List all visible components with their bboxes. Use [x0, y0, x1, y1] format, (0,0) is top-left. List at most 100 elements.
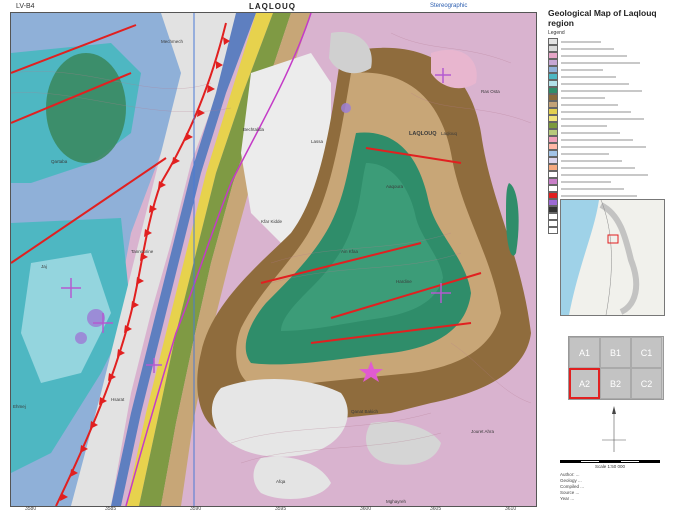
legend-swatch: [548, 178, 558, 185]
legend-row: [548, 178, 683, 185]
legend-text-placeholder: [561, 187, 624, 190]
legend-text-placeholder: [561, 152, 609, 155]
sheet-index-grid: A1 B1 C1 A2 B2 C2: [568, 336, 664, 400]
legend-row: [548, 66, 683, 73]
intrusion-purple-3: [341, 103, 351, 113]
map-svg: Qartaba Laqlouq Aaqoura Hardine Bechtali…: [11, 13, 536, 506]
city-label-qartaba: Qartaba: [51, 159, 68, 164]
legend-row: [548, 143, 683, 150]
legend-text-placeholder: [561, 89, 642, 92]
geological-map-page: LV-B4 LAQLOUQ Stereographic Qartaba Laql…: [0, 0, 685, 515]
legend-row: [548, 136, 683, 143]
legend-text-placeholder: [561, 47, 614, 50]
legend-row: [548, 101, 683, 108]
legend-swatch: [548, 150, 558, 157]
legend-panel: Geological Map of Laqlouq region Legend …: [540, 2, 683, 513]
city-label-laqlouq: Laqlouq: [441, 131, 458, 136]
city-label-hardine: Hardine: [396, 279, 412, 284]
legend-row: [548, 38, 683, 45]
legend-swatch: [548, 220, 558, 227]
legend-swatch: [548, 122, 558, 129]
index-cell-b2[interactable]: B2: [600, 368, 631, 399]
north-arrow: [594, 402, 634, 457]
legend-row: [548, 108, 683, 115]
index-cell-a2[interactable]: A2: [569, 368, 600, 399]
city-label-ras-osta: Ras Osta: [481, 89, 500, 94]
tick-label: 3610: [505, 506, 517, 512]
legend-row: [548, 115, 683, 122]
legend-row: [548, 129, 683, 136]
unit-green-ellipse-nw: [46, 53, 126, 163]
credit-line: Year ...: [560, 496, 575, 501]
legend-text-placeholder: [561, 40, 601, 43]
index-cell-c1[interactable]: C1: [631, 337, 662, 368]
legend-swatch: [548, 45, 558, 52]
legend-text-placeholder: [561, 124, 607, 127]
tick-label: 3580: [25, 506, 37, 512]
legend-swatch: [548, 185, 558, 192]
legend-text-placeholder: [561, 138, 633, 141]
city-label-hsarat: Hsarat: [111, 397, 125, 402]
north-arrow-svg: [602, 406, 626, 452]
city-label-aaqoura: Aaqoura: [386, 184, 404, 189]
city-label-lassa: Lassa: [311, 139, 324, 144]
city-label-tannourine: Tannourine: [131, 249, 154, 254]
legend-text-placeholder: [561, 103, 618, 106]
tick-label: 3595: [275, 506, 287, 512]
legend-swatch: [548, 38, 558, 45]
city-label-jouret-ahra: Jouret Ahra: [471, 429, 495, 434]
legend-swatch: [548, 80, 558, 87]
legend-text-placeholder: [561, 61, 640, 64]
legend-heading: Legend: [548, 30, 565, 36]
index-cell-c2[interactable]: C2: [631, 368, 662, 399]
legend-swatch: [548, 227, 558, 234]
legend-row: [548, 122, 683, 129]
scale-label: Scale 1:50 000: [594, 464, 626, 469]
legend-title: Geological Map of Laqlouq region: [548, 8, 657, 28]
legend-swatch: [548, 52, 558, 59]
legend-row: [548, 73, 683, 80]
legend-row: [548, 87, 683, 94]
legend-row: [548, 171, 683, 178]
legend-swatch: [548, 129, 558, 136]
map-canvas[interactable]: Qartaba Laqlouq Aaqoura Hardine Bechtali…: [10, 12, 537, 507]
legend-text-placeholder: [561, 110, 631, 113]
city-label-afqa: Afqa: [276, 479, 286, 484]
index-cell-b1[interactable]: B1: [600, 337, 631, 368]
legend-row: [548, 80, 683, 87]
map-bottom-ticks: 3580 3585 3590 3595 3600 3605 3610: [10, 506, 535, 514]
legend-text-placeholder: [561, 166, 635, 169]
legend-swatch: [548, 66, 558, 73]
legend-row: [548, 52, 683, 59]
location-inset-map[interactable]: [560, 199, 665, 316]
tick-label: 3590: [190, 506, 202, 512]
legend-swatch: [548, 199, 558, 206]
legend-swatch: [548, 115, 558, 122]
legend-swatch: [548, 136, 558, 143]
legend-swatch: [548, 164, 558, 171]
intrusion-purple-2: [75, 332, 87, 344]
inset-svg: [561, 200, 664, 315]
legend-row: [548, 45, 683, 52]
legend-text-placeholder: [561, 145, 646, 148]
legend-row: [548, 157, 683, 164]
legend-text-placeholder: [561, 159, 622, 162]
map-top-strip: LV-B4 LAQLOUQ Stereographic: [10, 2, 535, 12]
legend-swatch: [548, 73, 558, 80]
city-label-bechtalida: Bechtalida: [243, 127, 265, 132]
legend-text-placeholder: [561, 75, 616, 78]
index-cell-a1[interactable]: A1: [569, 337, 600, 368]
legend-swatch: [548, 192, 558, 199]
city-label-ehmej: Ehmej: [13, 404, 26, 409]
legend-row: [548, 185, 683, 192]
scale-bar: Scale 1:50 000: [560, 460, 660, 472]
legend-row: [548, 192, 683, 199]
legend-text-placeholder: [561, 54, 627, 57]
city-label-kfar-kidde: Kfar Kidde: [261, 219, 283, 224]
legend-swatch: [548, 108, 558, 115]
legend-row: [548, 59, 683, 66]
city-label-jaj: Jaj: [41, 264, 47, 269]
legend-swatch: [548, 206, 558, 213]
credits-block: Author: ... Geology ... Compiled ... Sou…: [560, 472, 660, 502]
tick-label: 3605: [430, 506, 442, 512]
